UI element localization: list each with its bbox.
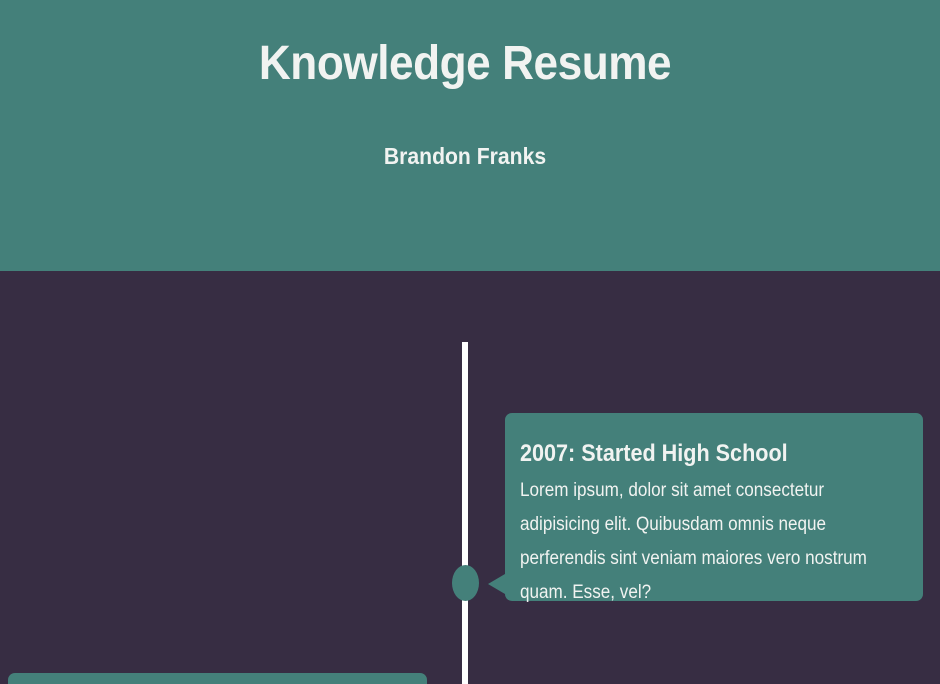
page-header: Knowledge Resume Brandon Franks (0, 0, 940, 271)
timeline-entry-title: 2007: Started High School (520, 440, 788, 467)
timeline-entry-card (8, 673, 427, 684)
timeline-line (462, 342, 468, 684)
author-name: Brandon Franks (383, 143, 547, 169)
timeline-marker (452, 565, 479, 601)
timeline-entry-card: 2007: Started High School Lorem ipsum, d… (488, 413, 923, 603)
page-title: Knowledge Resume (258, 37, 672, 90)
timeline-entry-body: Lorem ipsum, dolor sit amet consectetur … (520, 480, 867, 603)
